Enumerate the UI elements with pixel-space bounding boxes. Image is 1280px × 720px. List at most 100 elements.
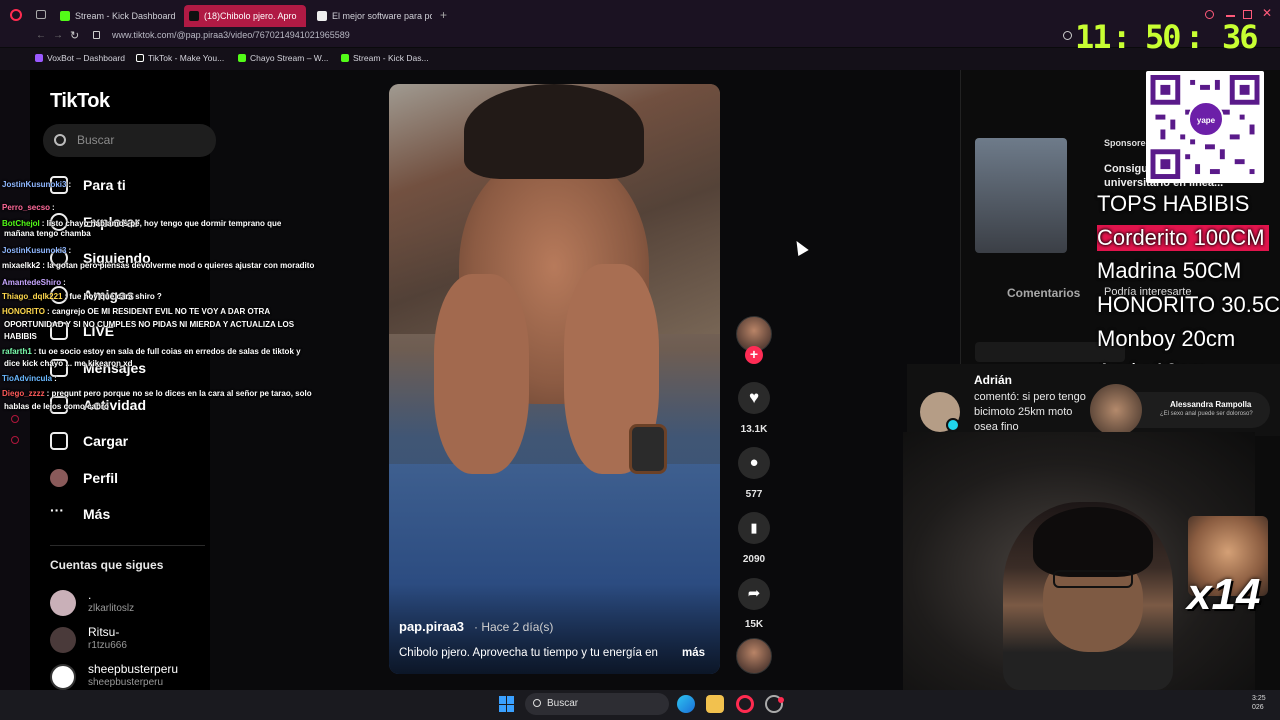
chat-message: TioAdvincula: [2,374,57,384]
bookmark-label: Stream - Kick Das... [353,53,429,63]
chat-username: TioAdvincula [2,374,53,383]
share-button[interactable]: ➦ [738,578,770,610]
clock-separator: : [1185,18,1204,56]
tops-entry: Madrina 50CM [1097,258,1242,283]
bookmark-kick[interactable]: Stream - Kick Das... [341,53,429,63]
nav-mas[interactable]: ··· Más [50,503,111,524]
nav-label: Más [83,506,111,522]
avatar [50,664,76,690]
profile-icon [50,469,68,487]
taskbar-search[interactable]: Buscar [525,693,669,715]
settings-icon[interactable] [11,436,19,444]
notification-secondary-name: Alessandra Rampolla [1170,400,1252,409]
chat-text: hablas de lejos como cabro [4,402,109,411]
like-count: 13.1K [740,424,768,435]
clock-hours: 11 [1075,18,1112,56]
url-field[interactable]: www.tiktok.com/@pap.piraa3/video/7670214… [112,30,350,40]
comment-button[interactable]: ● [738,447,770,479]
chat-text: : [68,246,72,255]
chat-text: dice kick chayo ... me kikearon xd [4,359,133,368]
chat-username: Diego_zzzz [2,389,45,398]
more-button[interactable]: más [682,647,705,659]
kick-icon [238,54,246,62]
chat-text: : pregunt pero porque no se lo dices en … [46,389,312,398]
video-player[interactable] [389,84,720,674]
chat-text: mañana tengo chamba [4,229,91,238]
search-input[interactable]: Buscar [43,124,216,157]
follow-plus-icon[interactable]: + [745,346,763,364]
file-explorer-icon[interactable] [706,695,724,713]
tab-overview-icon[interactable] [36,10,46,19]
save-button[interactable]: ▮ [738,512,770,544]
tiktok-icon [136,54,144,62]
bookmark-voxbot[interactable]: VoxBot – Dashboard [35,53,125,63]
side-panel-icon[interactable] [11,415,19,423]
webcam-glasses [1053,570,1133,588]
music-avatar[interactable] [736,638,772,674]
nav-label: Perfil [83,470,119,486]
browser-logo-icon[interactable] [10,9,22,21]
chat-message: HONORITO: cangrejo OE MI RESIDENT EVIL N… [2,307,270,317]
bookmark-tiktok[interactable]: TikTok - Make You... [136,53,224,63]
chat-username: HONORITO [2,307,45,316]
tab-label: El mejor software para pol [332,11,432,21]
minimize-icon[interactable] [1226,15,1235,17]
taskbar-date: 026 [1252,704,1264,711]
tab-kick-dashboard[interactable]: Stream - Kick Dashboard [55,5,180,27]
opera-icon[interactable] [736,695,754,713]
clock-separator: : [1112,18,1131,56]
chat-message: HABIBIS [2,332,37,342]
chat-username: AmantedeShiro [2,278,62,287]
nav-cargar[interactable]: Cargar [50,431,128,451]
following-title: Cuentas que sigues [50,558,164,572]
like-button[interactable]: ♥ [738,382,770,414]
tiktok-logo[interactable]: TikTok [50,90,110,113]
bookmark-chayo[interactable]: Chayo Stream – W... [238,53,328,63]
chat-message: Perro_secso: [2,203,55,213]
windows-start-icon[interactable] [499,696,515,712]
taskbar-time: 3:25 [1252,695,1266,702]
nav-perfil[interactable]: Perfil [50,468,118,488]
site-icon [317,11,327,21]
chat-text: : [68,180,72,189]
chat-text: : [52,203,55,212]
chat-message: mixaelkk2: la gotan pero piensas devolve… [2,261,314,271]
zoom-icon[interactable] [1063,31,1072,40]
search-tabs-icon[interactable] [1205,10,1214,19]
sponsored-thumbnail[interactable] [975,138,1067,253]
tops-entry: HONORITO 30.5CM [1097,292,1280,317]
chat-text: : [63,278,66,287]
search-icon [54,134,66,146]
chat-username: mixaelkk2 [2,261,41,270]
close-icon[interactable]: ✕ [1262,6,1272,20]
chat-text: : tu oe socio estoy en sala de full coia… [33,347,301,356]
clock-seconds: 36 [1222,18,1259,56]
reload-icon[interactable]: ↻ [70,29,79,42]
notification-secondary-text: ¿El sexo anal puede ser doloroso? [1160,411,1253,417]
video-author[interactable]: pap.piraa3 [399,619,464,634]
kick-icon [60,11,70,21]
nav-label: Cargar [83,433,129,449]
comment-icon: ● [749,454,759,471]
tab-software[interactable]: El mejor software para pol [312,5,432,27]
back-icon[interactable]: ← [36,30,46,41]
clock-minutes: 50 [1145,18,1182,56]
edge-icon[interactable] [677,695,695,713]
kick-icon [341,54,349,62]
chat-message: mañana tengo chamba [2,229,91,239]
video-watch [629,424,667,474]
chat-message: JostinKusunoki3: [2,180,71,190]
nav-label: Para ti [83,177,126,193]
bookmark-label: Chayo Stream – W... [250,53,329,63]
new-tab-button[interactable]: + [440,8,447,22]
forward-icon[interactable]: → [53,30,63,41]
mouse-cursor-icon [791,237,809,257]
comment-count: 577 [745,489,763,500]
chat-text: : listo chayo hablamos pe, hoy tengo que… [41,219,282,228]
tab-comments[interactable]: Comentarios [1007,286,1080,300]
taskbar-clock[interactable]: 3:25 026 [1252,694,1266,712]
chat-username: JostinKusunoki3 [2,180,67,189]
chat-text: HABIBIS [4,332,37,341]
tab-tiktok-video[interactable]: (18)Chibolo pjero. Apro [184,5,306,27]
chat-message: rafarth1: tu oe socio estoy en sala de f… [2,347,301,357]
